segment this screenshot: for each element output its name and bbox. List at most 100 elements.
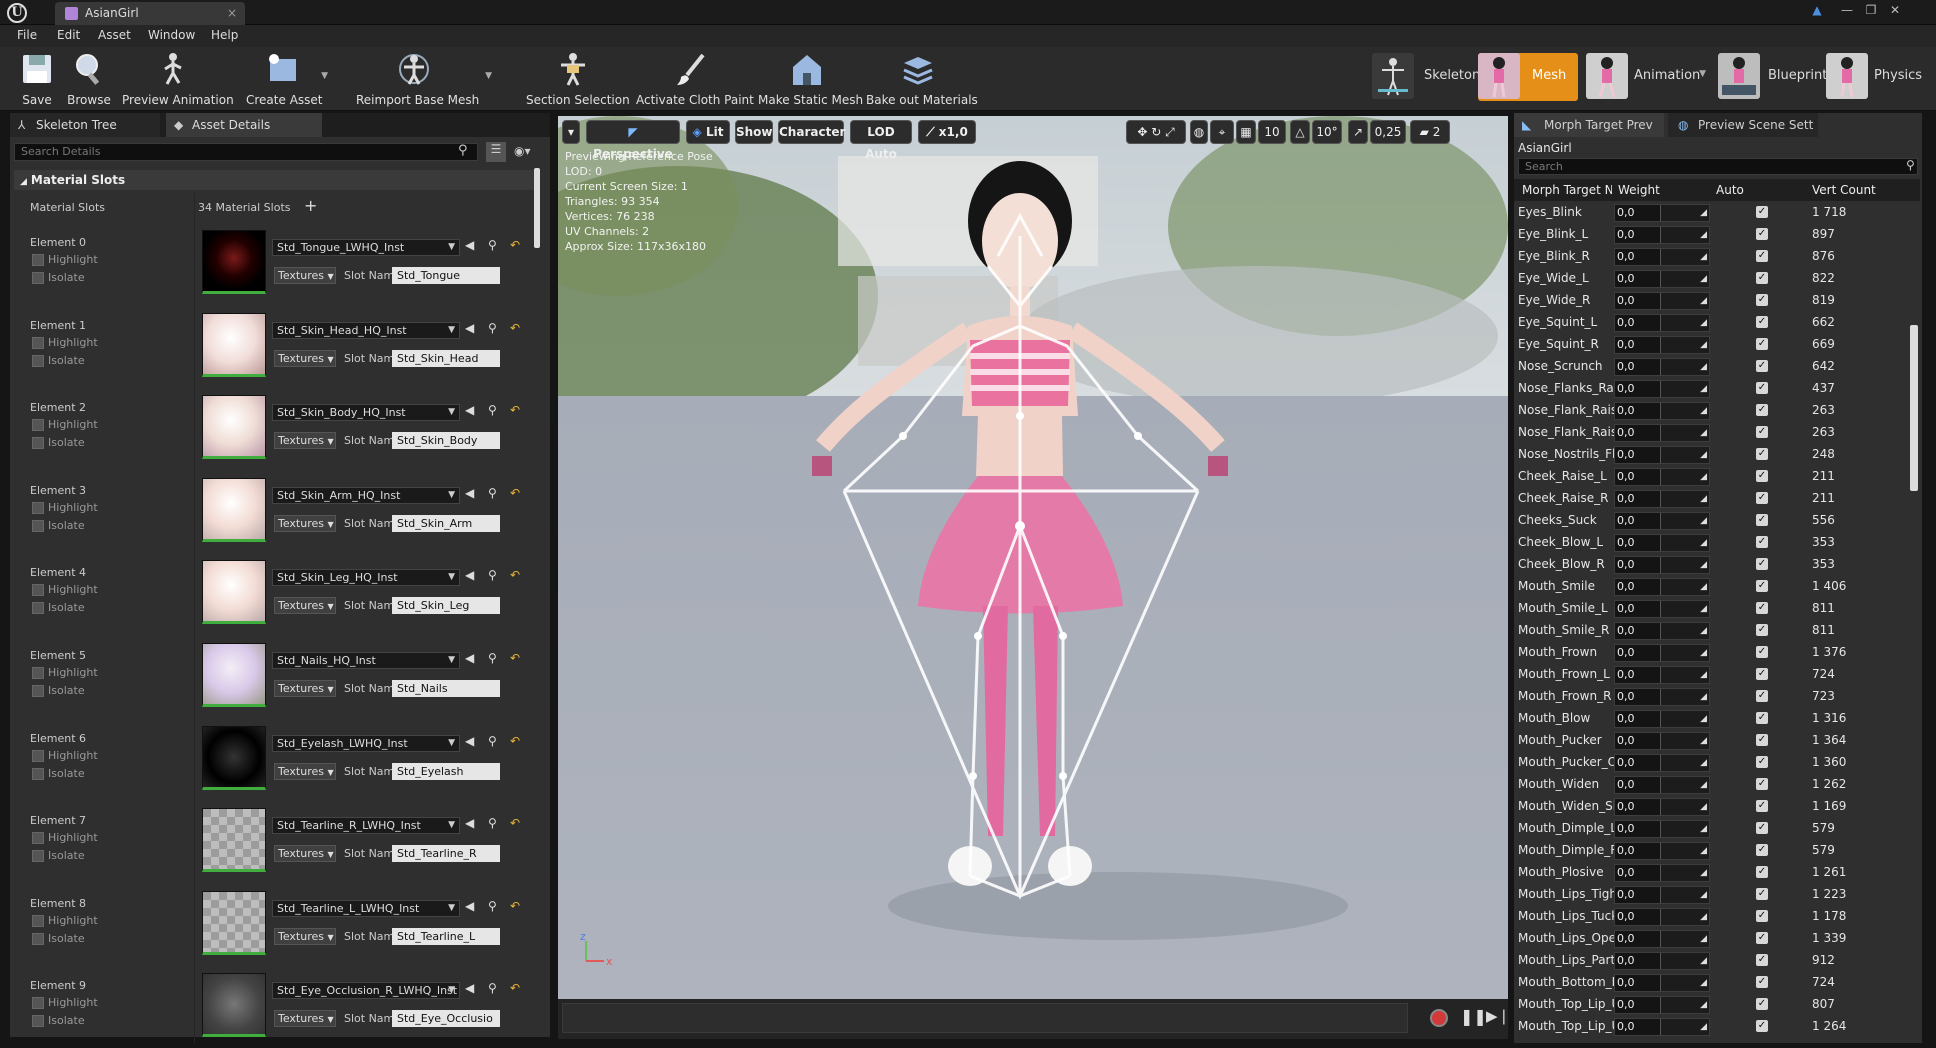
weight-slider[interactable]: 0,0 ◢ bbox=[1614, 1018, 1710, 1036]
character-button[interactable]: Character bbox=[778, 120, 845, 144]
weight-slider[interactable]: 0,0 ◢ bbox=[1614, 908, 1710, 926]
use-selected-arrow-icon[interactable]: ◀ bbox=[465, 981, 474, 995]
auto-checkbox[interactable]: ✓ bbox=[1756, 844, 1768, 856]
highlight-checkbox[interactable] bbox=[32, 749, 44, 762]
material-thumbnail[interactable] bbox=[202, 477, 266, 542]
textures-dropdown[interactable]: Textures ▼ bbox=[274, 680, 336, 697]
auto-checkbox[interactable]: ✓ bbox=[1756, 800, 1768, 812]
morph-target-row[interactable]: Mouth_Dimple_R 0,0 ◢ ✓ 579 bbox=[1514, 840, 1914, 862]
weight-slider[interactable]: 0,0 ◢ bbox=[1614, 644, 1710, 662]
morph-target-row[interactable]: Mouth_Pucker_Op 0,0 ◢ ✓ 1 360 bbox=[1514, 752, 1914, 774]
tab-preview-scene-settings[interactable]: ◍ Preview Scene Sett bbox=[1668, 113, 1818, 137]
material-picker[interactable]: Std_Nails_HQ_Inst ▼ bbox=[272, 652, 460, 669]
slot-name-field[interactable]: Std_Skin_Arm bbox=[392, 514, 500, 532]
isolate-checkbox[interactable] bbox=[32, 602, 44, 615]
highlight-checkbox[interactable] bbox=[32, 997, 44, 1010]
material-thumbnail[interactable] bbox=[202, 312, 266, 377]
highlight-checkbox[interactable] bbox=[32, 584, 44, 597]
restore-button[interactable]: ❐ bbox=[1860, 2, 1882, 18]
timeline-scrubber[interactable] bbox=[562, 1003, 1408, 1033]
header-weight[interactable]: Weight bbox=[1618, 183, 1660, 197]
auto-checkbox[interactable]: ✓ bbox=[1756, 338, 1768, 350]
weight-slider[interactable]: 0,0 ◢ bbox=[1614, 556, 1710, 574]
notification-icon[interactable]: ▲ bbox=[1806, 2, 1828, 18]
weight-slider[interactable]: 0,0 ◢ bbox=[1614, 446, 1710, 464]
auto-checkbox[interactable]: ✓ bbox=[1756, 602, 1768, 614]
weight-slider[interactable]: 0,0 ◢ bbox=[1614, 930, 1710, 948]
surface-snap-icon[interactable]: ⌖ bbox=[1210, 120, 1234, 144]
bake-out-materials-button[interactable]: Bake out Materials bbox=[866, 47, 978, 111]
auto-checkbox[interactable]: ✓ bbox=[1756, 558, 1768, 570]
textures-dropdown[interactable]: Textures ▼ bbox=[274, 845, 336, 863]
morph-target-row[interactable]: Mouth_Pucker 0,0 ◢ ✓ 1 364 bbox=[1514, 730, 1914, 752]
isolate-checkbox[interactable] bbox=[32, 354, 44, 367]
lit-button[interactable]: ◈ Lit bbox=[686, 120, 730, 144]
reset-to-default-icon[interactable]: ↶ bbox=[510, 651, 520, 665]
use-selected-arrow-icon[interactable]: ◀ bbox=[465, 734, 474, 748]
weight-slider[interactable]: 0,0 ◢ bbox=[1614, 204, 1710, 222]
reimport-dropdown-icon[interactable]: ▼ bbox=[485, 71, 492, 81]
highlight-checkbox[interactable] bbox=[32, 914, 44, 927]
auto-checkbox[interactable]: ✓ bbox=[1756, 778, 1768, 790]
morph-target-row[interactable]: Cheek_Blow_L 0,0 ◢ ✓ 353 bbox=[1514, 532, 1914, 554]
slot-name-field[interactable]: Std_Eyelash bbox=[392, 762, 500, 780]
use-selected-arrow-icon[interactable]: ◀ bbox=[465, 321, 474, 335]
reset-to-default-icon[interactable]: ↶ bbox=[510, 568, 520, 582]
section-selection-button[interactable]: Section Selection bbox=[526, 47, 630, 111]
auto-checkbox[interactable]: ✓ bbox=[1756, 426, 1768, 438]
morph-target-row[interactable]: Mouth_Dimple_L 0,0 ◢ ✓ 579 bbox=[1514, 818, 1914, 840]
weight-slider[interactable]: 0,0 ◢ bbox=[1614, 578, 1710, 596]
morph-target-row[interactable]: Mouth_Smile 0,0 ◢ ✓ 1 406 bbox=[1514, 576, 1914, 598]
auto-checkbox[interactable]: ✓ bbox=[1756, 404, 1768, 416]
weight-slider[interactable]: 0,0 ◢ bbox=[1614, 798, 1710, 816]
weight-slider[interactable]: 0,0 ◢ bbox=[1614, 864, 1710, 882]
textures-dropdown[interactable]: Textures ▼ bbox=[274, 349, 336, 367]
material-picker[interactable]: Std_Tongue_LWHQ_Inst ▼ bbox=[272, 239, 460, 256]
reset-to-default-icon[interactable]: ↶ bbox=[510, 486, 520, 500]
browse-search-icon[interactable]: ⚲ bbox=[488, 816, 497, 830]
weight-slider[interactable]: 0,0 ◢ bbox=[1614, 776, 1710, 794]
auto-checkbox[interactable]: ✓ bbox=[1756, 646, 1768, 658]
weight-slider[interactable]: 0,0 ◢ bbox=[1614, 732, 1710, 750]
reset-to-default-icon[interactable]: ↶ bbox=[510, 899, 520, 913]
weight-slider[interactable]: 0,0 ◢ bbox=[1614, 248, 1710, 266]
weight-slider[interactable]: 0,0 ◢ bbox=[1614, 820, 1710, 838]
make-static-mesh-button[interactable]: Make Static Mesh bbox=[758, 47, 863, 111]
tab-asset-details[interactable]: ◆ Asset Details bbox=[166, 113, 322, 137]
slot-name-field[interactable]: Std_Tongue bbox=[392, 267, 500, 284]
scale-snap-value[interactable]: 0,25 bbox=[1370, 120, 1406, 144]
browse-button[interactable]: Browse bbox=[66, 47, 112, 111]
create-asset-button[interactable]: Create Asset ▼ bbox=[246, 47, 328, 111]
weight-slider[interactable]: 0,0 ◢ bbox=[1614, 974, 1710, 992]
material-thumbnail[interactable] bbox=[202, 230, 266, 294]
add-material-slot-icon[interactable]: + bbox=[304, 196, 317, 215]
isolate-checkbox[interactable] bbox=[32, 767, 44, 780]
mode-physics-button[interactable]: Physics bbox=[1826, 53, 1926, 101]
auto-checkbox[interactable]: ✓ bbox=[1756, 316, 1768, 328]
browse-search-icon[interactable]: ⚲ bbox=[488, 403, 497, 417]
auto-checkbox[interactable]: ✓ bbox=[1756, 580, 1768, 592]
morph-target-row[interactable]: Cheek_Blow_R 0,0 ◢ ✓ 353 bbox=[1514, 554, 1914, 576]
slot-name-field[interactable]: Std_Skin_Body bbox=[392, 432, 500, 450]
browse-search-icon[interactable]: ⚲ bbox=[488, 321, 497, 335]
material-thumbnail[interactable] bbox=[202, 808, 266, 873]
weight-slider[interactable]: 0,0 ◢ bbox=[1614, 336, 1710, 354]
menu-window[interactable]: Window bbox=[148, 28, 195, 42]
auto-checkbox[interactable]: ✓ bbox=[1756, 382, 1768, 394]
weight-slider[interactable]: 0,0 ◢ bbox=[1614, 600, 1710, 618]
morph-target-row[interactable]: Mouth_Lips_Tuck 0,0 ◢ ✓ 1 178 bbox=[1514, 906, 1914, 928]
textures-dropdown[interactable]: Textures ▼ bbox=[274, 597, 336, 615]
viewport[interactable]: z x ▾ ◤ Perspective ◈ Lit Show Character… bbox=[558, 116, 1508, 999]
weight-slider[interactable]: 0,0 ◢ bbox=[1614, 314, 1710, 332]
header-morph-target-name[interactable]: Morph Target Na bbox=[1522, 183, 1612, 197]
grid-snap-icon[interactable]: ▦ bbox=[1236, 120, 1256, 144]
lod-auto-button[interactable]: LOD Auto bbox=[850, 120, 912, 161]
browse-search-icon[interactable]: ⚲ bbox=[488, 238, 497, 252]
auto-checkbox[interactable]: ✓ bbox=[1756, 250, 1768, 262]
auto-checkbox[interactable]: ✓ bbox=[1756, 624, 1768, 636]
auto-checkbox[interactable]: ✓ bbox=[1756, 272, 1768, 284]
use-selected-arrow-icon[interactable]: ◀ bbox=[465, 238, 474, 252]
morph-target-row[interactable]: Cheeks_Suck 0,0 ◢ ✓ 556 bbox=[1514, 510, 1914, 532]
morph-target-row[interactable]: Nose_Flank_Raise 0,0 ◢ ✓ 263 bbox=[1514, 400, 1914, 422]
morph-target-row[interactable]: Nose_Scrunch 0,0 ◢ ✓ 642 bbox=[1514, 356, 1914, 378]
